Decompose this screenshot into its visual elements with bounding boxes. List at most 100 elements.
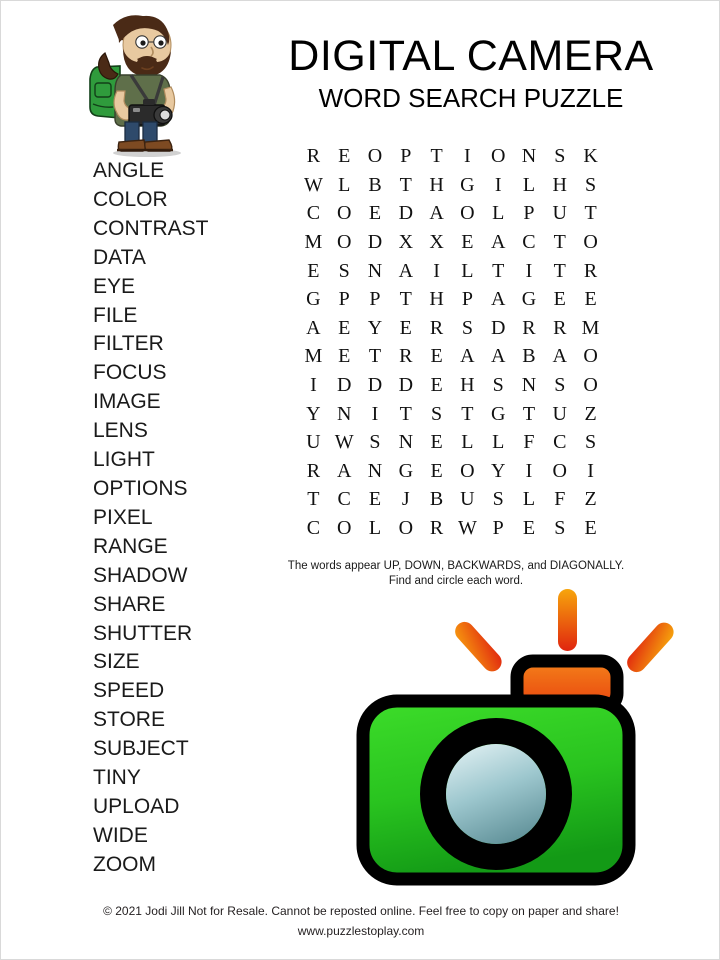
grid-cell[interactable]: S (544, 146, 575, 166)
grid-cell[interactable]: T (483, 261, 514, 281)
grid-cell[interactable]: B (421, 489, 452, 509)
grid-cell[interactable]: O (452, 461, 483, 481)
grid-cell[interactable]: E (452, 232, 483, 252)
grid-cell[interactable]: N (390, 432, 421, 452)
grid-cell[interactable]: J (390, 489, 421, 509)
grid-cell[interactable]: L (329, 175, 360, 195)
grid-cell[interactable]: A (544, 346, 575, 366)
word-list-item[interactable]: PIXEL (93, 504, 273, 533)
grid-cell[interactable]: L (452, 432, 483, 452)
grid-cell[interactable]: D (329, 375, 360, 395)
word-list-item[interactable]: STORE (93, 706, 273, 735)
grid-cell[interactable]: R (421, 318, 452, 338)
grid-cell[interactable]: F (544, 489, 575, 509)
word-list-item[interactable]: LIGHT (93, 446, 273, 475)
grid-cell[interactable]: D (360, 375, 391, 395)
grid-cell[interactable]: W (298, 175, 329, 195)
grid-cell[interactable]: P (483, 518, 514, 538)
grid-cell[interactable]: L (514, 175, 545, 195)
word-list-item[interactable]: ZOOM (93, 851, 273, 880)
grid-cell[interactable]: C (298, 518, 329, 538)
grid-cell[interactable]: D (483, 318, 514, 338)
grid-cell[interactable]: G (452, 175, 483, 195)
grid-cell[interactable]: S (575, 432, 606, 452)
grid-cell[interactable]: A (390, 261, 421, 281)
grid-cell[interactable]: O (483, 146, 514, 166)
word-list-item[interactable]: CONTRAST (93, 215, 273, 244)
grid-cell[interactable]: P (514, 203, 545, 223)
grid-cell[interactable]: G (298, 289, 329, 309)
grid-cell[interactable]: L (483, 203, 514, 223)
grid-cell[interactable]: G (390, 461, 421, 481)
grid-cell[interactable]: T (390, 289, 421, 309)
grid-cell[interactable]: R (514, 318, 545, 338)
grid-cell[interactable]: O (390, 518, 421, 538)
grid-cell[interactable]: A (483, 289, 514, 309)
word-list-item[interactable]: TINY (93, 764, 273, 793)
grid-cell[interactable]: S (544, 518, 575, 538)
grid-cell[interactable]: W (452, 518, 483, 538)
grid-cell[interactable]: D (390, 375, 421, 395)
grid-cell[interactable]: T (298, 489, 329, 509)
word-list-item[interactable]: DATA (93, 244, 273, 273)
grid-cell[interactable]: Z (575, 489, 606, 509)
grid-cell[interactable]: K (575, 146, 606, 166)
grid-cell[interactable]: E (575, 518, 606, 538)
grid-cell[interactable]: S (575, 175, 606, 195)
word-list-item[interactable]: RANGE (93, 533, 273, 562)
word-list-item[interactable]: ANGLE (93, 157, 273, 186)
grid-cell[interactable]: N (514, 375, 545, 395)
grid-cell[interactable]: L (452, 261, 483, 281)
grid-cell[interactable]: M (298, 232, 329, 252)
grid-cell[interactable]: H (421, 175, 452, 195)
grid-cell[interactable]: C (514, 232, 545, 252)
grid-cell[interactable]: A (298, 318, 329, 338)
grid-cell[interactable]: I (421, 261, 452, 281)
word-list-item[interactable]: UPLOAD (93, 793, 273, 822)
grid-cell[interactable]: T (544, 232, 575, 252)
grid-cell[interactable]: I (452, 146, 483, 166)
grid-cell[interactable]: Z (575, 404, 606, 424)
grid-cell[interactable]: A (452, 346, 483, 366)
grid-cell[interactable]: U (452, 489, 483, 509)
grid-cell[interactable]: A (483, 232, 514, 252)
grid-cell[interactable]: E (329, 318, 360, 338)
grid-cell[interactable]: I (575, 461, 606, 481)
word-list-item[interactable]: SPEED (93, 677, 273, 706)
grid-cell[interactable]: T (390, 404, 421, 424)
grid-cell[interactable]: C (298, 203, 329, 223)
word-list-item[interactable]: LENS (93, 417, 273, 446)
grid-cell[interactable]: C (544, 432, 575, 452)
grid-cell[interactable]: O (329, 518, 360, 538)
grid-cell[interactable]: P (329, 289, 360, 309)
grid-cell[interactable]: N (329, 404, 360, 424)
grid-cell[interactable]: N (360, 461, 391, 481)
grid-cell[interactable]: G (483, 404, 514, 424)
word-list-item[interactable]: FOCUS (93, 359, 273, 388)
grid-cell[interactable]: O (360, 146, 391, 166)
word-list-item[interactable]: SHARE (93, 591, 273, 620)
grid-cell[interactable]: B (360, 175, 391, 195)
grid-cell[interactable]: O (452, 203, 483, 223)
grid-cell[interactable]: L (514, 489, 545, 509)
grid-cell[interactable]: T (544, 261, 575, 281)
grid-cell[interactable]: S (452, 318, 483, 338)
grid-cell[interactable]: S (483, 489, 514, 509)
grid-cell[interactable]: M (298, 346, 329, 366)
grid-cell[interactable]: P (360, 289, 391, 309)
grid-cell[interactable]: N (360, 261, 391, 281)
word-list-item[interactable]: SHUTTER (93, 620, 273, 649)
word-list-item[interactable]: FILE (93, 302, 273, 331)
grid-cell[interactable]: I (514, 461, 545, 481)
grid-cell[interactable]: L (360, 518, 391, 538)
grid-cell[interactable]: A (329, 461, 360, 481)
grid-cell[interactable]: E (360, 203, 391, 223)
grid-cell[interactable]: R (298, 461, 329, 481)
grid-cell[interactable]: T (452, 404, 483, 424)
word-list-item[interactable]: FILTER (93, 330, 273, 359)
grid-cell[interactable]: N (514, 146, 545, 166)
grid-cell[interactable]: B (514, 346, 545, 366)
grid-cell[interactable]: E (421, 432, 452, 452)
grid-cell[interactable]: S (421, 404, 452, 424)
grid-cell[interactable]: S (329, 261, 360, 281)
